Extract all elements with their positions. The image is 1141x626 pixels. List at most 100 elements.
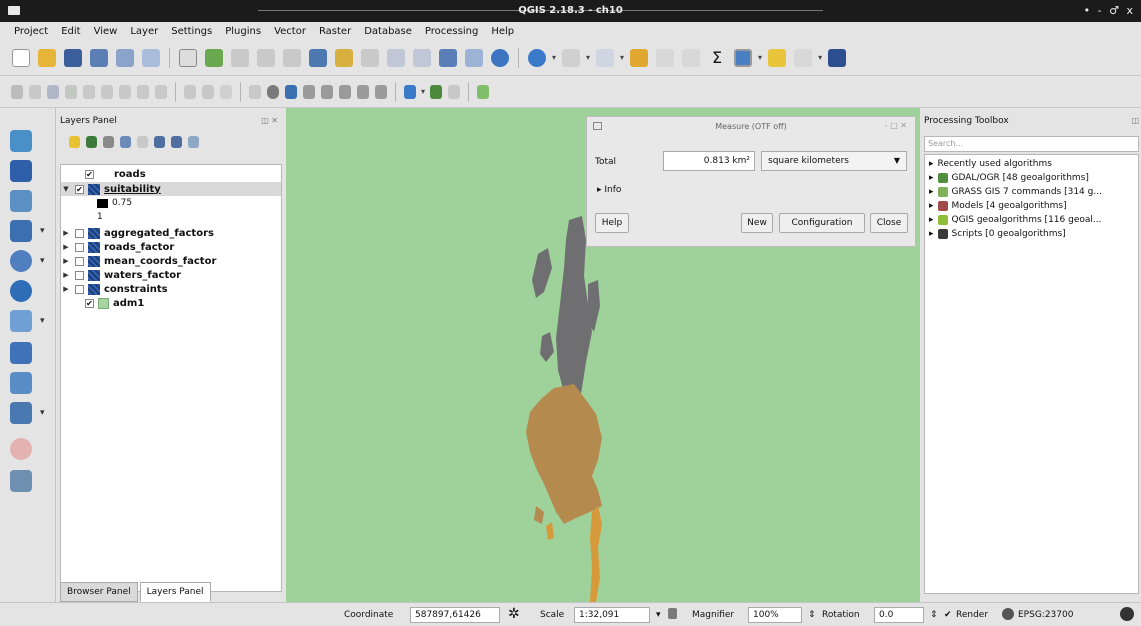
expand-arrow-icon[interactable]: ▶ <box>61 257 71 265</box>
filter-legend-icon[interactable] <box>120 136 131 148</box>
add-vector-layer-icon[interactable] <box>10 130 32 152</box>
manage-visibility-icon[interactable] <box>103 136 114 148</box>
save-as-icon[interactable] <box>90 48 108 67</box>
map-tips-icon[interactable] <box>768 48 787 67</box>
tree-item-grass[interactable]: ▸ GRASS GIS 7 commands [314 g... <box>929 187 1102 197</box>
layer-visibility-checkbox[interactable] <box>75 284 84 294</box>
scale-select[interactable]: 1:32,091 <box>574 607 650 623</box>
add-postgis-layer-icon[interactable] <box>10 190 32 212</box>
sum-icon[interactable]: Σ <box>708 48 727 67</box>
add-group-icon[interactable] <box>86 136 97 148</box>
add-layer-icon[interactable] <box>477 84 490 99</box>
new-3d-view-icon[interactable] <box>465 48 483 67</box>
add-mssql-layer-icon[interactable] <box>10 250 32 272</box>
tree-item-gdal[interactable]: ▸ GDAL/OGR [48 geoalgorithms] <box>929 173 1089 183</box>
pin-labels-icon[interactable] <box>303 84 315 99</box>
crs-label[interactable]: EPSG:23700 <box>1018 610 1073 620</box>
select-features-icon[interactable] <box>562 48 581 67</box>
chevron-down-icon[interactable]: ▾ <box>620 53 624 62</box>
expand-arrow-icon[interactable]: ▶ <box>61 243 71 251</box>
chevron-down-icon[interactable]: ▾ <box>40 408 45 418</box>
extents-toggle-icon[interactable]: ✲ <box>508 606 520 622</box>
chevron-down-icon[interactable]: ▾ <box>40 316 45 326</box>
zoom-native-icon[interactable] <box>283 48 301 67</box>
highlight-labels-icon[interactable] <box>321 84 333 99</box>
layer-row-mean-coords-factor[interactable]: ▶ mean_coords_factor <box>61 254 216 268</box>
add-delimited-text-icon[interactable] <box>10 342 32 364</box>
menu-layer[interactable]: Layer <box>130 26 158 37</box>
menu-plugins[interactable]: Plugins <box>225 26 261 37</box>
bookmarks-icon[interactable] <box>828 48 847 67</box>
close-button[interactable]: Close <box>870 213 908 233</box>
layer-visibility-checkbox[interactable] <box>75 270 84 280</box>
layer-visibility-checkbox[interactable]: ✔ <box>85 298 94 308</box>
deselect-icon[interactable] <box>596 48 615 67</box>
layer-row-aggregated-factors[interactable]: ▶ aggregated_factors <box>61 226 214 240</box>
coordinate-field[interactable]: 587897,61426 <box>410 607 500 623</box>
menu-view[interactable]: View <box>94 26 118 37</box>
expand-all-icon[interactable] <box>154 136 165 148</box>
move-label-icon[interactable] <box>339 84 351 99</box>
layer-visibility-checkbox[interactable]: ✔ <box>85 169 94 179</box>
delete-selected-icon[interactable] <box>101 84 113 99</box>
layer-row-roads[interactable]: ✔ roads <box>61 167 281 181</box>
open-project-icon[interactable] <box>38 48 56 67</box>
add-wms-layer-icon[interactable] <box>10 280 32 302</box>
chevron-down-icon[interactable]: ▾ <box>40 256 45 266</box>
expand-arrow-icon[interactable]: ▸ <box>929 159 934 169</box>
paste-features-icon[interactable] <box>155 84 167 99</box>
undo-icon[interactable] <box>184 84 196 99</box>
zoom-in-icon[interactable] <box>231 48 249 67</box>
expand-arrow-icon[interactable]: ▸ <box>929 215 934 225</box>
chevron-down-icon[interactable]: ▾ <box>552 53 556 62</box>
abc-label-icon[interactable] <box>249 84 261 99</box>
current-edits-icon[interactable] <box>11 84 23 99</box>
layer-row-suitability[interactable]: ▼ ✔ suitability <box>61 182 281 196</box>
layer-row-constraints[interactable]: ▶ constraints <box>61 282 168 296</box>
new-button[interactable]: New <box>741 213 773 233</box>
field-calculator-icon[interactable] <box>656 48 675 67</box>
panel-float-close-icon[interactable]: ◫ ✕ <box>261 116 278 125</box>
tree-item-qgis[interactable]: ▸ QGIS geoalgorithms [116 geoal... <box>929 215 1101 225</box>
new-project-icon[interactable] <box>12 48 30 67</box>
unit-select[interactable]: square kilometers ▼ <box>761 151 907 171</box>
expand-arrow-icon[interactable]: ▼ <box>61 185 71 193</box>
remove-layer-icon[interactable] <box>188 136 199 148</box>
layer-visibility-checkbox[interactable] <box>75 242 84 252</box>
geoprocessing-icon[interactable] <box>10 438 32 460</box>
algorithm-search-input[interactable]: Search... <box>924 136 1139 152</box>
render-checkbox[interactable]: ✔ <box>944 610 952 620</box>
new-map-view-icon[interactable] <box>439 48 457 67</box>
tree-item-models[interactable]: ▸ Models [4 geoalgorithms] <box>929 201 1067 211</box>
window-controls[interactable]: • - ♂ x <box>1084 4 1135 17</box>
chevron-down-icon[interactable]: ▾ <box>40 226 45 236</box>
table-icon[interactable] <box>448 84 461 99</box>
zoom-selection-icon[interactable] <box>335 48 353 67</box>
expand-arrow-icon[interactable]: ▶ <box>61 285 71 293</box>
collapse-all-icon[interactable] <box>171 136 182 148</box>
style-manager-icon[interactable] <box>69 136 80 148</box>
chevron-down-icon[interactable]: ▾ <box>421 87 425 96</box>
menu-raster[interactable]: Raster <box>319 26 351 37</box>
cut-features-icon[interactable] <box>119 84 131 99</box>
text-annotation-icon[interactable] <box>794 48 813 67</box>
pan-icon[interactable] <box>179 48 197 67</box>
layer-row-adm1[interactable]: ✔ adm1 <box>61 296 144 310</box>
plugin-icon[interactable] <box>430 84 443 99</box>
layer-visibility-checkbox[interactable]: ✔ <box>75 184 84 194</box>
add-feature-icon[interactable] <box>65 84 77 99</box>
gps-tools-icon[interactable] <box>10 470 32 492</box>
layer-row-roads-factor[interactable]: ▶ roads_factor <box>61 240 174 254</box>
rotation-spinbox[interactable]: 0.0 <box>874 607 924 623</box>
diagram-icon[interactable] <box>285 84 297 99</box>
tab-layers-panel[interactable]: Layers Panel <box>139 582 211 602</box>
tree-item-scripts[interactable]: ▸ Scripts [0 geoalgorithms] <box>929 229 1066 239</box>
menu-processing[interactable]: Processing <box>425 26 478 37</box>
messages-icon[interactable] <box>1120 607 1134 621</box>
layer-row-waters-factor[interactable]: ▶ waters_factor <box>61 268 181 282</box>
zoom-last-icon[interactable] <box>387 48 405 67</box>
change-label-icon[interactable] <box>375 84 387 99</box>
expand-arrow-icon[interactable]: ▸ <box>929 229 934 239</box>
lock-scale-icon[interactable] <box>668 608 677 619</box>
label-icon[interactable] <box>220 84 232 99</box>
